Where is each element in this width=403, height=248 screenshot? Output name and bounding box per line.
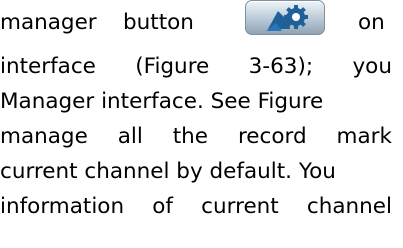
word: 3-63); [248,54,314,79]
text-line-3: Manager interface. See Figure [0,89,324,114]
word: manage [0,124,88,149]
word: record [237,124,307,149]
word: information [0,194,125,219]
word: you [352,54,392,79]
text-line-6: information of current channel [0,196,392,218]
word: button [123,10,194,35]
word: manager [0,10,97,35]
word: the [172,124,209,149]
word: (Figure [135,54,210,79]
word: current [201,194,279,219]
manager-icon [245,0,325,35]
word: all [117,124,143,149]
text-line-5: current channel by default. You [0,159,336,184]
word: mark [336,124,392,149]
word: of [152,194,173,219]
word: channel [306,194,392,219]
document-page: manager button on interface (Figure 3-63… [0,0,403,248]
text-line-2: interface (Figure 3-63); you [0,56,392,78]
word: on [358,10,385,35]
word: interface [0,54,96,79]
text-line-4: manage all the record mark [0,126,392,148]
